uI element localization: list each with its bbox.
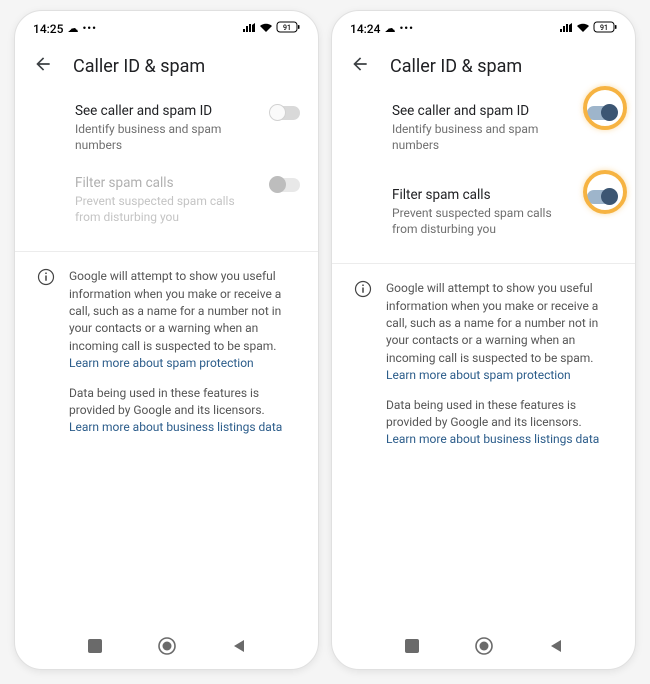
status-bar: 14:24 ☁ ••• 91 [332, 11, 635, 40]
nav-recents-icon[interactable] [88, 639, 102, 653]
status-bar: 14:25 ☁ ••• 91 [15, 11, 318, 40]
link-spam-protection[interactable]: Learn more about spam protection [69, 356, 254, 370]
setting-title: See caller and spam ID [75, 102, 262, 120]
svg-text:91: 91 [600, 24, 608, 32]
nav-recents-icon[interactable] [405, 639, 419, 653]
nav-back-icon[interactable] [232, 639, 246, 653]
setting-caller-id[interactable]: See caller and spam ID Identify business… [15, 92, 318, 164]
toggle-filter-spam[interactable] [587, 190, 617, 204]
info-text-1: Google will attempt to show you useful i… [386, 281, 598, 365]
nav-home-icon[interactable] [475, 637, 493, 655]
info-block: Google will attempt to show you useful i… [332, 264, 635, 473]
setting-title: Filter spam calls [392, 186, 579, 204]
info-icon [354, 280, 372, 461]
info-icon [37, 268, 55, 449]
cloud-icon: ☁ [67, 22, 78, 35]
link-business-listings[interactable]: Learn more about business listings data [386, 432, 599, 446]
status-time: 14:24 [350, 22, 380, 36]
setting-subtitle: Prevent suspected spam calls from distur… [75, 193, 262, 225]
nav-back-icon[interactable] [549, 639, 563, 653]
signal-icon [559, 22, 573, 36]
phone-right: 14:24 ☁ ••• 91 Caller ID & spam See call… [331, 10, 636, 670]
nav-home-icon[interactable] [158, 637, 176, 655]
battery-icon: 91 [276, 21, 300, 36]
settings-group: See caller and spam ID Identify business… [332, 92, 635, 257]
setting-caller-id[interactable]: See caller and spam ID Identify business… [332, 92, 635, 164]
status-time: 14:25 [33, 22, 63, 36]
nav-bar [332, 625, 635, 669]
info-text-2: Data being used in these features is pro… [386, 398, 582, 429]
more-icon: ••• [399, 22, 414, 35]
signal-icon [242, 22, 256, 36]
info-block: Google will attempt to show you useful i… [15, 252, 318, 461]
cloud-icon: ☁ [384, 22, 395, 35]
link-business-listings[interactable]: Learn more about business listings data [69, 420, 282, 434]
phone-left: 14:25 ☁ ••• 91 Caller ID & spam See call… [14, 10, 319, 670]
back-arrow-icon[interactable] [350, 54, 370, 78]
nav-bar [15, 625, 318, 669]
setting-subtitle: Prevent suspected spam calls from distur… [392, 205, 579, 237]
link-spam-protection[interactable]: Learn more about spam protection [386, 368, 571, 382]
battery-icon: 91 [593, 21, 617, 36]
setting-filter-spam: Filter spam calls Prevent suspected spam… [15, 164, 318, 236]
page-title: Caller ID & spam [390, 56, 522, 77]
toggle-caller-id[interactable] [270, 106, 300, 120]
more-icon: ••• [82, 22, 97, 35]
wifi-icon [259, 22, 273, 36]
toggle-caller-id[interactable] [587, 106, 617, 120]
toggle-filter-spam [270, 178, 300, 192]
setting-subtitle: Identify business and spam numbers [392, 121, 579, 153]
back-arrow-icon[interactable] [33, 54, 53, 78]
setting-subtitle: Identify business and spam numbers [75, 121, 262, 153]
setting-title: Filter spam calls [75, 174, 262, 192]
info-text-1: Google will attempt to show you useful i… [69, 269, 281, 353]
setting-filter-spam[interactable]: Filter spam calls Prevent suspected spam… [332, 176, 635, 248]
info-text-2: Data being used in these features is pro… [69, 386, 265, 417]
setting-title: See caller and spam ID [392, 102, 579, 120]
svg-text:91: 91 [283, 24, 291, 32]
settings-group: See caller and spam ID Identify business… [15, 92, 318, 245]
wifi-icon [576, 22, 590, 36]
header: Caller ID & spam [15, 40, 318, 92]
header: Caller ID & spam [332, 40, 635, 92]
page-title: Caller ID & spam [73, 56, 205, 77]
